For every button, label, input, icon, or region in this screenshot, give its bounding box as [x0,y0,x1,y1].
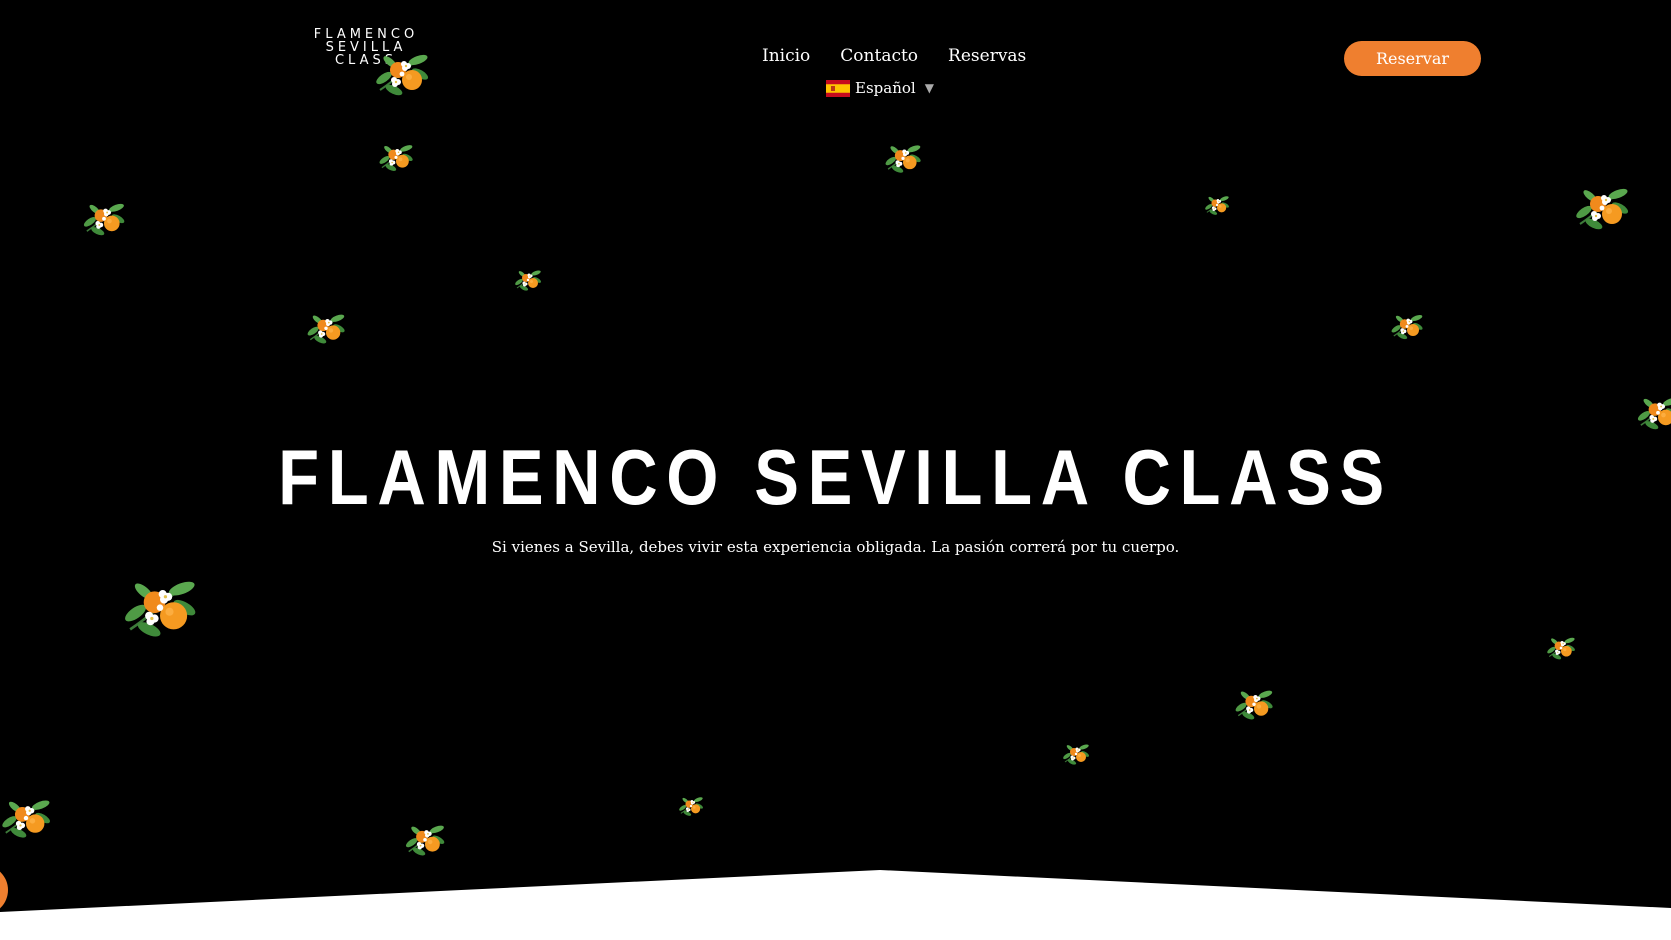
nav-item-reservas[interactable]: Reservas [948,46,1026,66]
orange-blossom-sprig-icon [82,201,126,238]
section-divider [0,870,1671,940]
orange-blossom-sprig-icon [1204,194,1230,217]
orange-blossom-sprig-icon [1234,688,1274,722]
orange-blossom-sprig-icon [884,143,922,175]
site-logo[interactable]: FLAMENCO SEVILLA CLASS [306,28,430,99]
orange-blossom-sprig-icon [678,795,704,818]
main-nav: Inicio Contacto Reservas [762,46,1026,66]
language-selector[interactable]: Español ▼ [826,79,934,97]
hero-subtitle: Si vienes a Sevilla, debes vivir esta ex… [491,538,1180,556]
orange-blossom-sprig-icon [306,312,346,346]
orange-blossom-sprig-icon [122,577,198,641]
orange-blossom-sprig-icon [1546,636,1576,662]
orange-blossom-sprig-icon [514,268,542,293]
nav-item-contacto[interactable]: Contacto [840,46,918,66]
chevron-down-icon: ▼ [924,81,934,95]
language-label: Español [855,79,916,97]
orange-blossom-sprig-icon [1390,313,1424,342]
orange-blossom-sprig-icon [404,823,446,858]
orange-blossom-sprig-icon [1574,185,1630,233]
orange-blossom-sprig-icon [378,143,414,173]
orange-blossom-sprig-icon [1062,742,1090,767]
spain-flag-icon [826,79,850,97]
hero-title: FLAMENCO SEVILLA CLASS [278,433,1393,521]
orange-blossom-sprig-icon [0,797,52,841]
orange-blossom-sprig-icon [374,51,430,99]
nav-item-inicio[interactable]: Inicio [762,46,810,66]
orange-blossom-sprig-icon [1636,395,1671,432]
reservar-button[interactable]: Reservar [1344,41,1481,76]
